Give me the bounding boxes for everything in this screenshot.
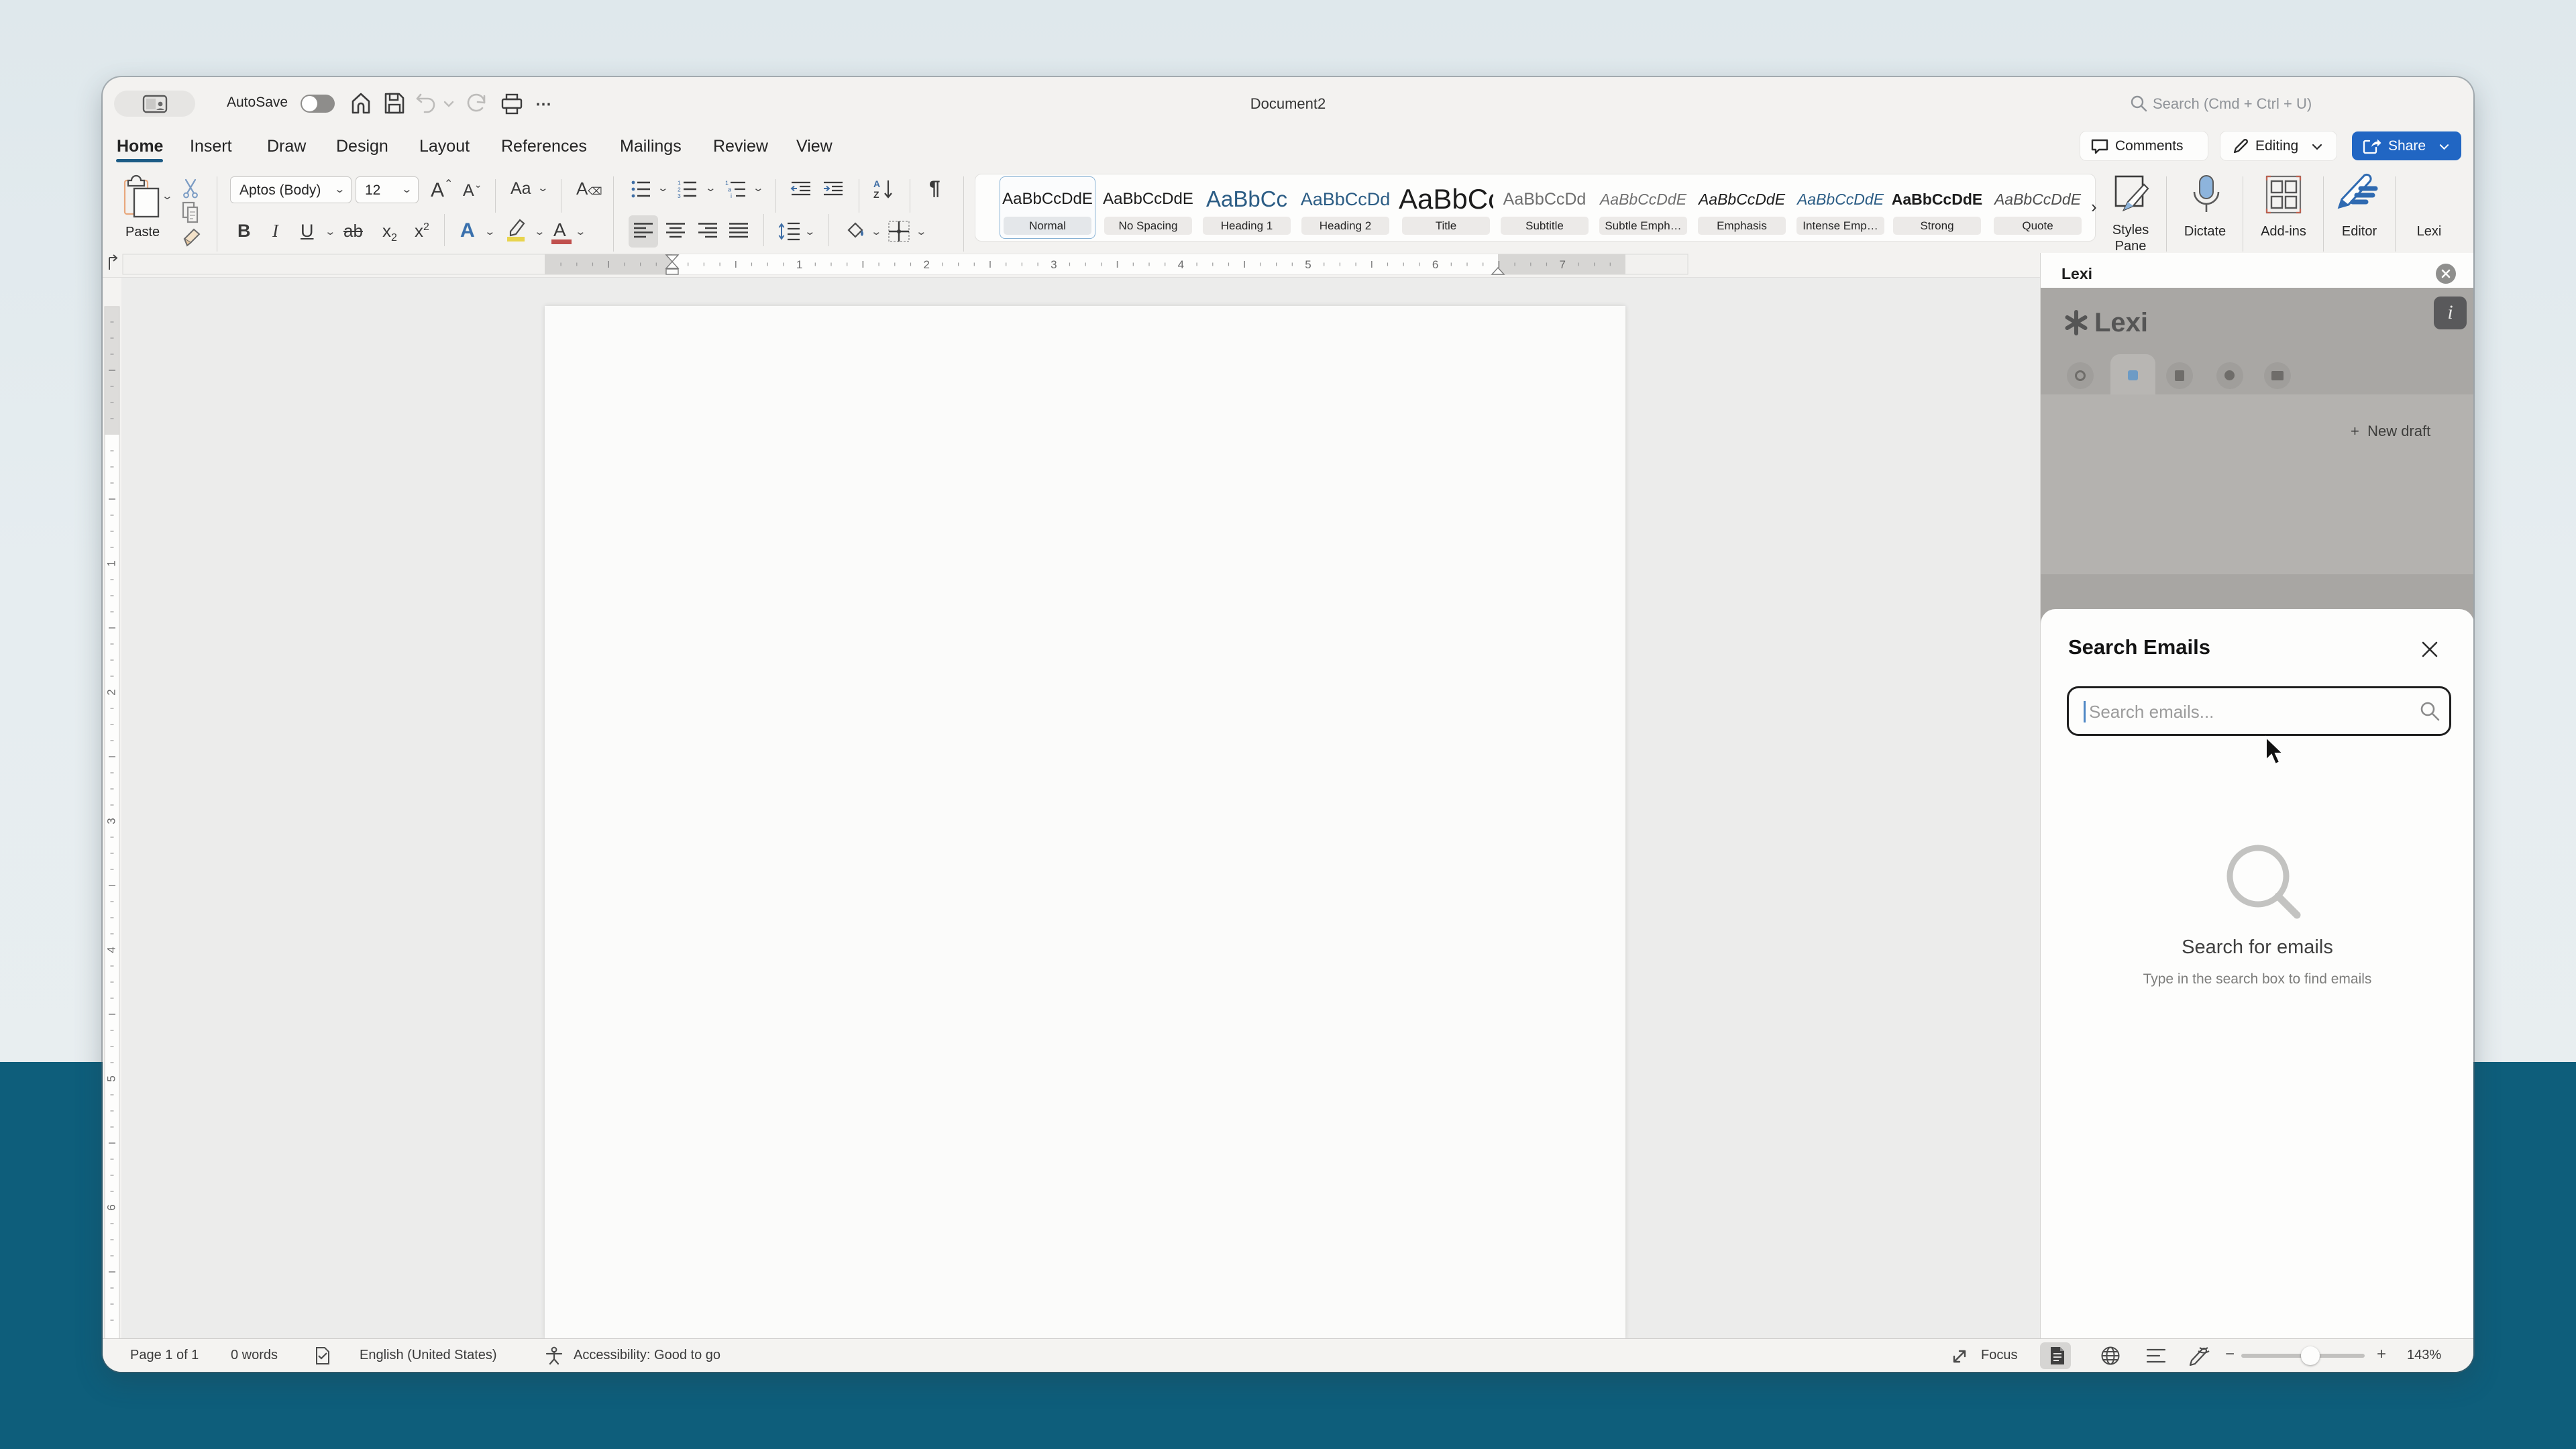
svg-text:7: 7 bbox=[1559, 258, 1565, 271]
svg-text:1: 1 bbox=[678, 180, 681, 186]
svg-text:5: 5 bbox=[1305, 258, 1311, 271]
svg-text:3: 3 bbox=[1051, 258, 1057, 271]
svg-text:5: 5 bbox=[105, 1075, 117, 1081]
svg-text:4: 4 bbox=[1178, 258, 1184, 271]
svg-text:Z: Z bbox=[873, 189, 879, 200]
svg-text:A: A bbox=[873, 178, 880, 189]
svg-text:2: 2 bbox=[923, 258, 929, 271]
svg-text:1: 1 bbox=[796, 258, 802, 271]
svg-text:1: 1 bbox=[105, 560, 117, 566]
svg-text:6: 6 bbox=[1432, 258, 1438, 271]
svg-text:3: 3 bbox=[678, 193, 681, 199]
svg-text:i: i bbox=[731, 193, 732, 199]
svg-text:6: 6 bbox=[105, 1204, 117, 1210]
svg-text:4: 4 bbox=[105, 947, 117, 953]
svg-text:3: 3 bbox=[105, 818, 117, 824]
svg-text:2: 2 bbox=[678, 186, 681, 193]
svg-text:2: 2 bbox=[105, 689, 117, 695]
svg-text:1: 1 bbox=[725, 180, 729, 186]
svg-text:a: a bbox=[728, 186, 731, 193]
